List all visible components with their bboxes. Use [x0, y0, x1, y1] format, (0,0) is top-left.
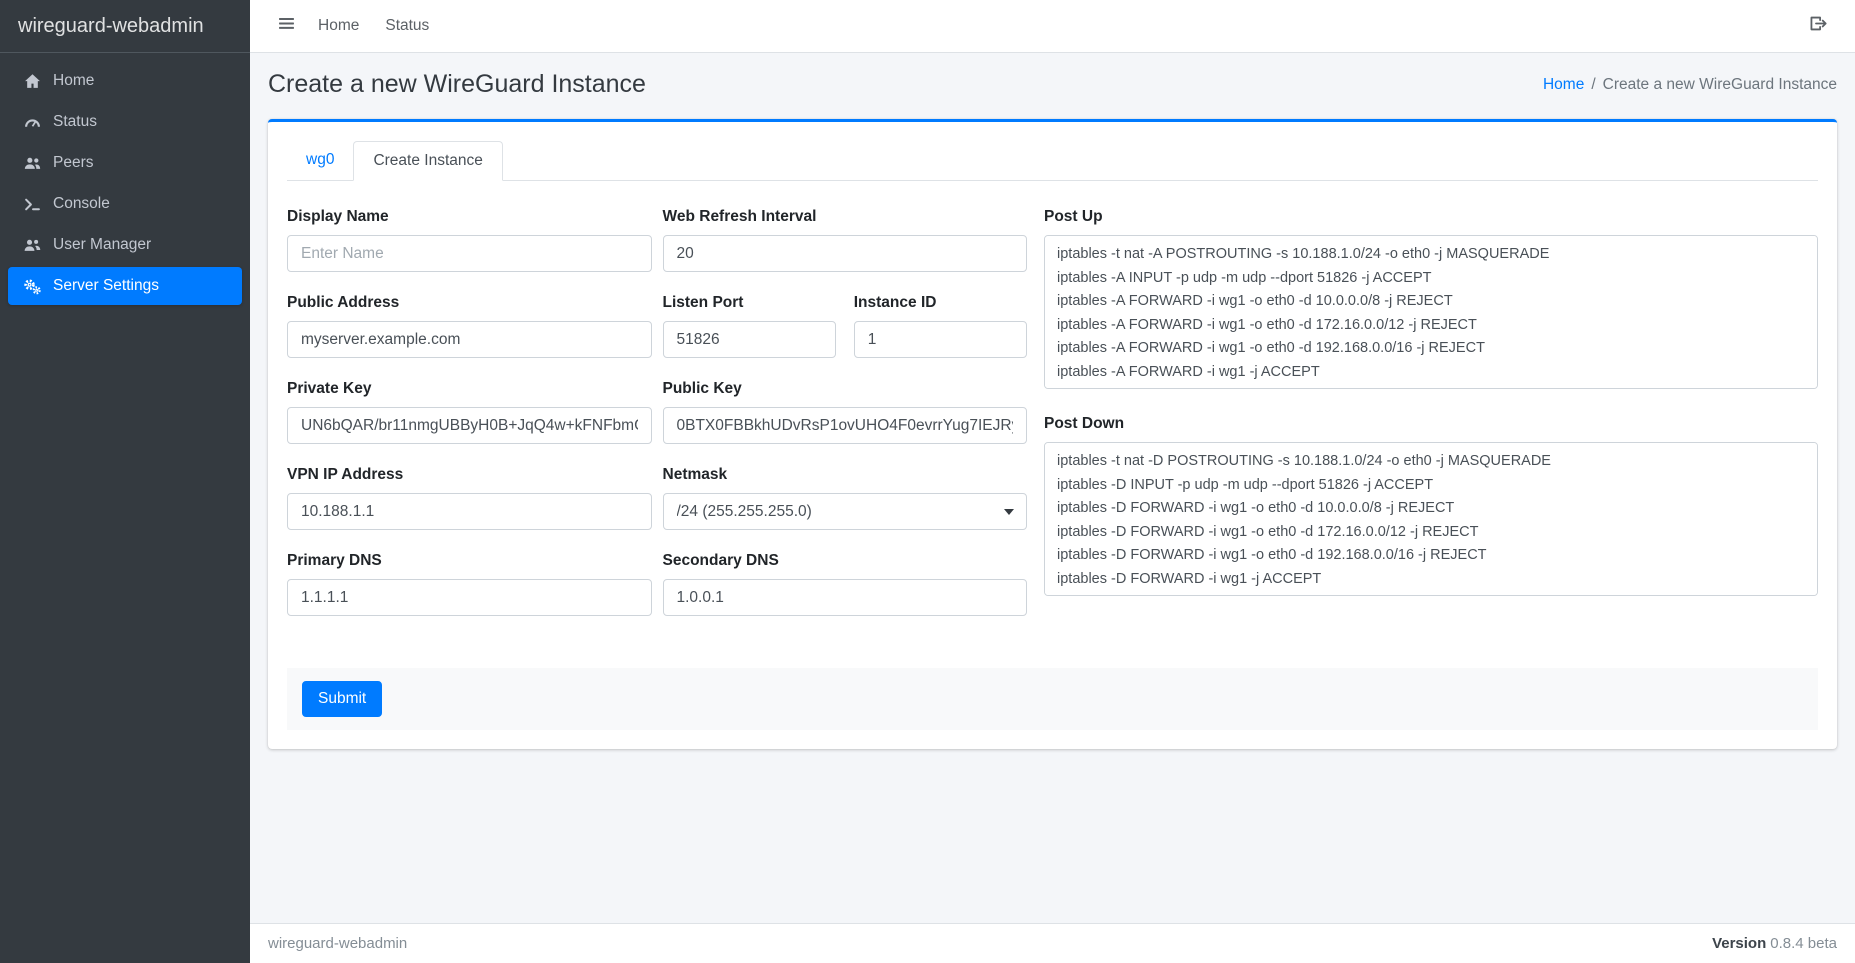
port-and-id-row: Listen Port Instance ID — [663, 294, 1028, 380]
content-area: Create a new WireGuard Instance Home / C… — [250, 53, 1855, 923]
sidebar-item-status[interactable]: Status — [8, 103, 242, 141]
logout-icon — [1809, 15, 1827, 37]
version-value: 0.8.4 beta — [1770, 935, 1837, 952]
tab-wg0[interactable]: wg0 — [287, 141, 353, 181]
form-left-columns: Display Name Web Refresh Interval Public… — [287, 208, 1027, 638]
post-down-textarea[interactable]: iptables -t nat -D POSTROUTING -s 10.188… — [1044, 442, 1818, 596]
sidebar-item-home[interactable]: Home — [8, 62, 242, 100]
private-key-label: Private Key — [287, 380, 652, 398]
instance-tabs: wg0 Create Instance — [287, 141, 1818, 181]
breadcrumb-separator: / — [1591, 76, 1595, 94]
post-down-label: Post Down — [1044, 415, 1818, 433]
main-column: Home Status Create a new WireGuard Insta… — [250, 0, 1855, 963]
field-private-key: Private Key — [287, 380, 652, 444]
primary-dns-label: Primary DNS — [287, 552, 652, 570]
private-key-input[interactable] — [287, 407, 652, 444]
submit-button[interactable]: Submit — [302, 681, 382, 717]
gears-icon — [17, 278, 47, 295]
primary-dns-input[interactable] — [287, 579, 652, 616]
sidebar-item-label: Status — [53, 113, 97, 131]
post-up-label: Post Up — [1044, 208, 1818, 226]
field-vpn-ip: VPN IP Address — [287, 466, 652, 530]
netmask-select[interactable]: /24 (255.255.255.0) — [663, 493, 1028, 530]
logout-button[interactable] — [1799, 7, 1837, 45]
secondary-dns-label: Secondary DNS — [663, 552, 1028, 570]
netmask-label: Netmask — [663, 466, 1028, 484]
breadcrumb: Home / Create a new WireGuard Instance — [1543, 76, 1837, 94]
navbar-link-status[interactable]: Status — [372, 9, 442, 43]
sidebar-item-server-settings[interactable]: Server Settings — [8, 267, 242, 305]
secondary-dns-input[interactable] — [663, 579, 1028, 616]
breadcrumb-home-link[interactable]: Home — [1543, 76, 1584, 94]
public-address-label: Public Address — [287, 294, 652, 312]
page-title: Create a new WireGuard Instance — [268, 70, 646, 99]
field-display-name: Display Name — [287, 208, 652, 272]
post-up-textarea[interactable]: iptables -t nat -A POSTROUTING -s 10.188… — [1044, 235, 1818, 389]
tab-create-instance[interactable]: Create Instance — [353, 141, 502, 181]
vpn-ip-input[interactable] — [287, 493, 652, 530]
navbar-link-home[interactable]: Home — [305, 9, 372, 43]
sidebar-toggle-button[interactable] — [268, 7, 305, 45]
public-address-input[interactable] — [287, 321, 652, 358]
public-key-label: Public Key — [663, 380, 1028, 398]
app-wrapper: wireguard-webadmin Home Status Peers — [0, 0, 1855, 963]
field-post-up: Post Up iptables -t nat -A POSTROUTING -… — [1044, 208, 1818, 389]
sidebar: wireguard-webadmin Home Status Peers — [0, 0, 250, 963]
page-footer: wireguard-webadmin Version0.8.4 beta — [250, 923, 1855, 963]
version-info: Version0.8.4 beta — [1712, 935, 1837, 952]
submit-bar: Submit — [287, 668, 1818, 730]
field-listen-port: Listen Port — [663, 294, 836, 358]
instance-id-input[interactable] — [854, 321, 1027, 358]
breadcrumb-current: Create a new WireGuard Instance — [1603, 76, 1837, 94]
sidebar-item-peers[interactable]: Peers — [8, 144, 242, 182]
user-group-icon — [17, 237, 47, 254]
field-netmask: Netmask /24 (255.255.255.0) — [663, 466, 1028, 530]
version-label: Version — [1712, 935, 1766, 952]
create-instance-card: wg0 Create Instance Display Name Web Ref… — [268, 119, 1837, 749]
field-public-address: Public Address — [287, 294, 652, 358]
sidebar-item-label: Peers — [53, 154, 94, 172]
vpn-ip-label: VPN IP Address — [287, 466, 652, 484]
sidebar-item-console[interactable]: Console — [8, 185, 242, 223]
web-refresh-interval-label: Web Refresh Interval — [663, 208, 1028, 226]
display-name-input[interactable] — [287, 235, 652, 272]
gauge-icon — [17, 114, 47, 131]
listen-port-label: Listen Port — [663, 294, 836, 312]
field-web-refresh-interval: Web Refresh Interval — [663, 208, 1028, 272]
content-header: Create a new WireGuard Instance Home / C… — [250, 53, 1855, 99]
card-body: wg0 Create Instance Display Name Web Ref… — [268, 122, 1837, 749]
sidebar-item-label: User Manager — [53, 236, 151, 254]
listen-port-input[interactable] — [663, 321, 836, 358]
field-post-down: Post Down iptables -t nat -D POSTROUTING… — [1044, 415, 1818, 596]
display-name-label: Display Name — [287, 208, 652, 226]
form-right-column: Post Up iptables -t nat -A POSTROUTING -… — [1044, 208, 1818, 638]
sidebar-nav: Home Status Peers Console — [0, 53, 250, 317]
top-navbar: Home Status — [250, 0, 1855, 53]
netmask-select-wrap: /24 (255.255.255.0) — [663, 493, 1028, 530]
home-icon — [17, 73, 47, 90]
instance-id-label: Instance ID — [854, 294, 1027, 312]
field-instance-id: Instance ID — [854, 294, 1027, 358]
field-secondary-dns: Secondary DNS — [663, 552, 1028, 616]
field-primary-dns: Primary DNS — [287, 552, 652, 616]
sidebar-item-label: Console — [53, 195, 110, 213]
footer-brand: wireguard-webadmin — [268, 935, 407, 952]
brand-link[interactable]: wireguard-webadmin — [0, 0, 250, 53]
public-key-input[interactable] — [663, 407, 1028, 444]
sidebar-item-label: Home — [53, 72, 94, 90]
instance-form: Display Name Web Refresh Interval Public… — [287, 208, 1818, 638]
terminal-icon — [17, 196, 47, 213]
sidebar-item-label: Server Settings — [53, 277, 159, 295]
hamburger-icon — [278, 15, 295, 37]
web-refresh-interval-input[interactable] — [663, 235, 1028, 272]
sidebar-item-user-manager[interactable]: User Manager — [8, 226, 242, 264]
brand-text: wireguard-webadmin — [18, 15, 204, 38]
field-public-key: Public Key — [663, 380, 1028, 444]
users-icon — [17, 155, 47, 172]
